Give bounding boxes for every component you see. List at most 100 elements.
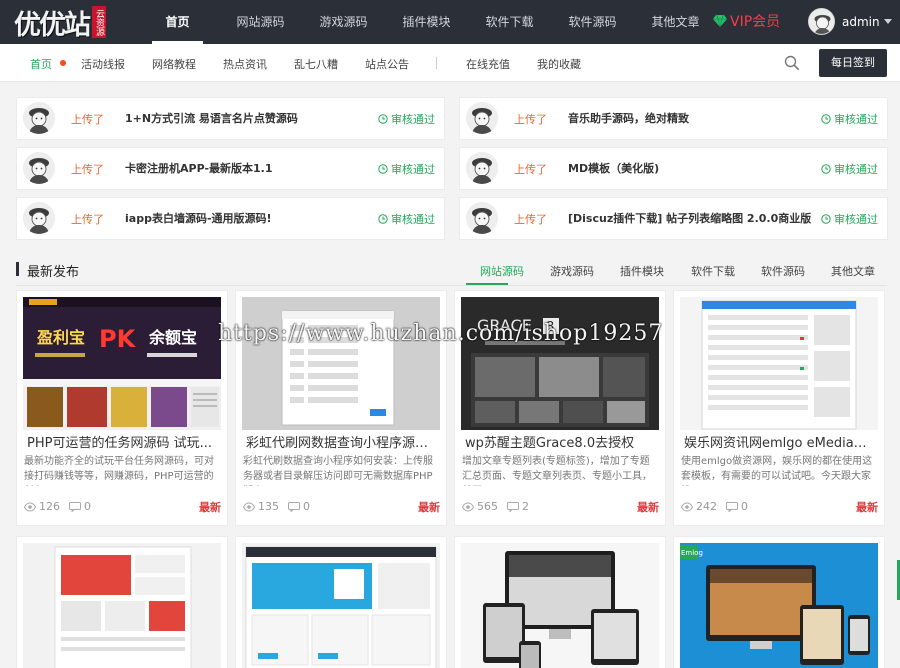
tab-website-source[interactable]: 网站源码: [480, 263, 524, 279]
upload-title[interactable]: MD模板（美化版): [568, 160, 659, 176]
main-nav-software-source[interactable]: 软件源码: [551, 0, 634, 44]
post-thumbnail[interactable]: 盈利宝 PK 余额宝: [23, 297, 221, 430]
post-card[interactable]: [235, 536, 447, 668]
upload-item[interactable]: 上传了 1+N方式引流 易语言名片点赞源码 审核通过: [16, 97, 445, 140]
eye-icon: [681, 501, 693, 512]
sub-nav-favorites[interactable]: 我的收藏: [537, 56, 581, 72]
sub-nav-recharge[interactable]: 在线充值: [466, 56, 510, 72]
comment-icon: [507, 501, 519, 512]
tab-other-articles[interactable]: 其他文章: [831, 263, 875, 279]
post-description: 彩虹代刷数据查询小程序如何安装：上传服务器或者目录解压访问即可无需数据库PHP版…: [243, 456, 433, 482]
daily-checkin-button[interactable]: 每日签到: [819, 49, 887, 77]
upload-title[interactable]: [Discuz插件下载] 帖子列表缩略图 2.0.0商业版: [568, 210, 811, 226]
thumb-rival-text: 余额宝: [148, 328, 197, 347]
main-nav-game-source[interactable]: 游戏源码: [302, 0, 385, 44]
tab-software-source[interactable]: 软件源码: [761, 263, 805, 279]
post-thumbnail[interactable]: [242, 297, 440, 430]
upload-action: 上传了: [514, 163, 547, 176]
post-title[interactable]: PHP可运营的任务网源码 试玩...: [27, 432, 219, 451]
new-badge: 最新: [856, 501, 878, 514]
post-card[interactable]: [454, 536, 666, 668]
sub-nav-misc[interactable]: 乱七八糟: [294, 56, 338, 72]
post-description: 使用emlgo做资源网，娱乐网的都在使用这套模板，有需要的可以试试吧。今天跟大家…: [681, 456, 873, 482]
tab-software-download[interactable]: 软件下载: [691, 263, 735, 279]
upload-item[interactable]: 上传了 iapp表白墙源码-通用版源码! 审核通过: [16, 197, 445, 240]
clock-icon: [378, 114, 388, 124]
upload-item[interactable]: 上传了 [Discuz插件下载] 帖子列表缩略图 2.0.0商业版 审核通过: [459, 197, 888, 240]
upload-action: 上传了: [514, 113, 547, 126]
post-title[interactable]: 娱乐网资讯网emlgo eMedia媒...: [684, 432, 876, 451]
section-divider: [16, 285, 887, 286]
view-count: 565: [477, 500, 498, 513]
upload-status: 审核通过: [821, 111, 878, 127]
tab-game-source[interactable]: 游戏源码: [550, 263, 594, 279]
clock-icon: [821, 164, 831, 174]
comment-count: 0: [303, 500, 310, 513]
sub-nav: 首页 活动线报 网络教程 热点资讯 乱七八糟 站点公告 在线充值 我的收藏: [0, 44, 900, 82]
clock-icon: [821, 214, 831, 224]
upload-item[interactable]: 上传了 音乐助手源码，绝对精致 审核通过: [459, 97, 888, 140]
comment-icon: [726, 501, 738, 512]
post-card[interactable]: Emlog: [673, 536, 885, 668]
new-badge: 最新: [418, 501, 440, 514]
post-meta: 242 0: [681, 500, 748, 513]
main-nav-plugins[interactable]: 插件模块: [385, 0, 468, 44]
user-menu[interactable]: admin: [808, 8, 892, 35]
clock-icon: [378, 164, 388, 174]
upload-action: 上传了: [71, 213, 104, 226]
user-name: admin: [842, 14, 880, 29]
user-avatar: [808, 8, 835, 35]
uploader-avatar: [23, 152, 55, 184]
eye-icon: [24, 501, 36, 512]
post-thumbnail[interactable]: [23, 543, 221, 668]
comment-count: 0: [84, 500, 91, 513]
post-card[interactable]: 盈利宝 PK 余额宝 PHP可运营的任务网源码 试玩... 最新功能齐全的试玩平…: [16, 290, 228, 526]
main-nav-website-source[interactable]: 网站源码: [219, 0, 302, 44]
post-thumbnail[interactable]: [680, 297, 878, 430]
upload-status: 审核通过: [378, 211, 435, 227]
post-meta: 126 0: [24, 500, 91, 513]
uploader-avatar: [466, 102, 498, 134]
upload-title[interactable]: 卡密注册机APP-最新版本1.1: [125, 160, 273, 176]
tab-plugins[interactable]: 插件模块: [620, 263, 664, 279]
upload-status-text: 审核通过: [834, 213, 878, 226]
main-nav-home[interactable]: 首页: [136, 0, 219, 44]
clock-icon: [378, 214, 388, 224]
active-dot-icon: [60, 60, 66, 66]
upload-title[interactable]: 音乐助手源码，绝对精致: [568, 110, 689, 126]
site-logo[interactable]: 优优站 云资源: [14, 4, 106, 41]
sub-nav-home[interactable]: 首页: [30, 56, 52, 72]
post-title[interactable]: 彩虹代刷网数据查询小程序源码...: [246, 432, 438, 451]
vip-label: VIP会员: [730, 14, 781, 30]
active-tab-indicator: [466, 283, 508, 285]
upload-status-text: 审核通过: [391, 213, 435, 226]
diamond-icon: [713, 14, 727, 28]
section-accent-bar: [16, 262, 19, 276]
sub-nav-tutorials[interactable]: 网络教程: [152, 56, 196, 72]
sub-nav-hot-news[interactable]: 热点资讯: [223, 56, 267, 72]
main-nav-other-articles[interactable]: 其他文章: [634, 0, 717, 44]
upload-title[interactable]: 1+N方式引流 易语言名片点赞源码: [125, 110, 298, 126]
upload-item[interactable]: 上传了 MD模板（美化版) 审核通过: [459, 147, 888, 190]
upload-item[interactable]: 上传了 卡密注册机APP-最新版本1.1 审核通过: [16, 147, 445, 190]
post-thumbnail[interactable]: GRACE 8: [461, 297, 659, 430]
post-card[interactable]: 娱乐网资讯网emlgo eMedia媒... 使用emlgo做资源网，娱乐网的都…: [673, 290, 885, 526]
post-card[interactable]: [16, 536, 228, 668]
main-nav: 首页 网站源码 游戏源码 插件模块 软件下载 软件源码 其他文章: [136, 0, 717, 44]
sub-nav-announcements[interactable]: 站点公告: [365, 56, 409, 72]
post-title[interactable]: wp苏醒主题Grace8.0去授权: [465, 432, 657, 451]
view-count: 242: [696, 500, 717, 513]
upload-title[interactable]: iapp表白墙源码-通用版源码!: [125, 210, 272, 226]
sub-nav-activity-news[interactable]: 活动线报: [81, 56, 125, 72]
search-icon[interactable]: [784, 55, 800, 71]
uploader-avatar: [466, 152, 498, 184]
post-thumbnail[interactable]: [242, 543, 440, 668]
main-nav-software-download[interactable]: 软件下载: [468, 0, 551, 44]
upload-status: 审核通过: [821, 211, 878, 227]
view-count: 126: [39, 500, 60, 513]
vip-link[interactable]: VIP会员: [713, 11, 780, 31]
post-thumbnail[interactable]: [461, 543, 659, 668]
view-count: 135: [258, 500, 279, 513]
post-thumbnail[interactable]: Emlog: [680, 543, 878, 668]
upload-status-text: 审核通过: [391, 113, 435, 126]
